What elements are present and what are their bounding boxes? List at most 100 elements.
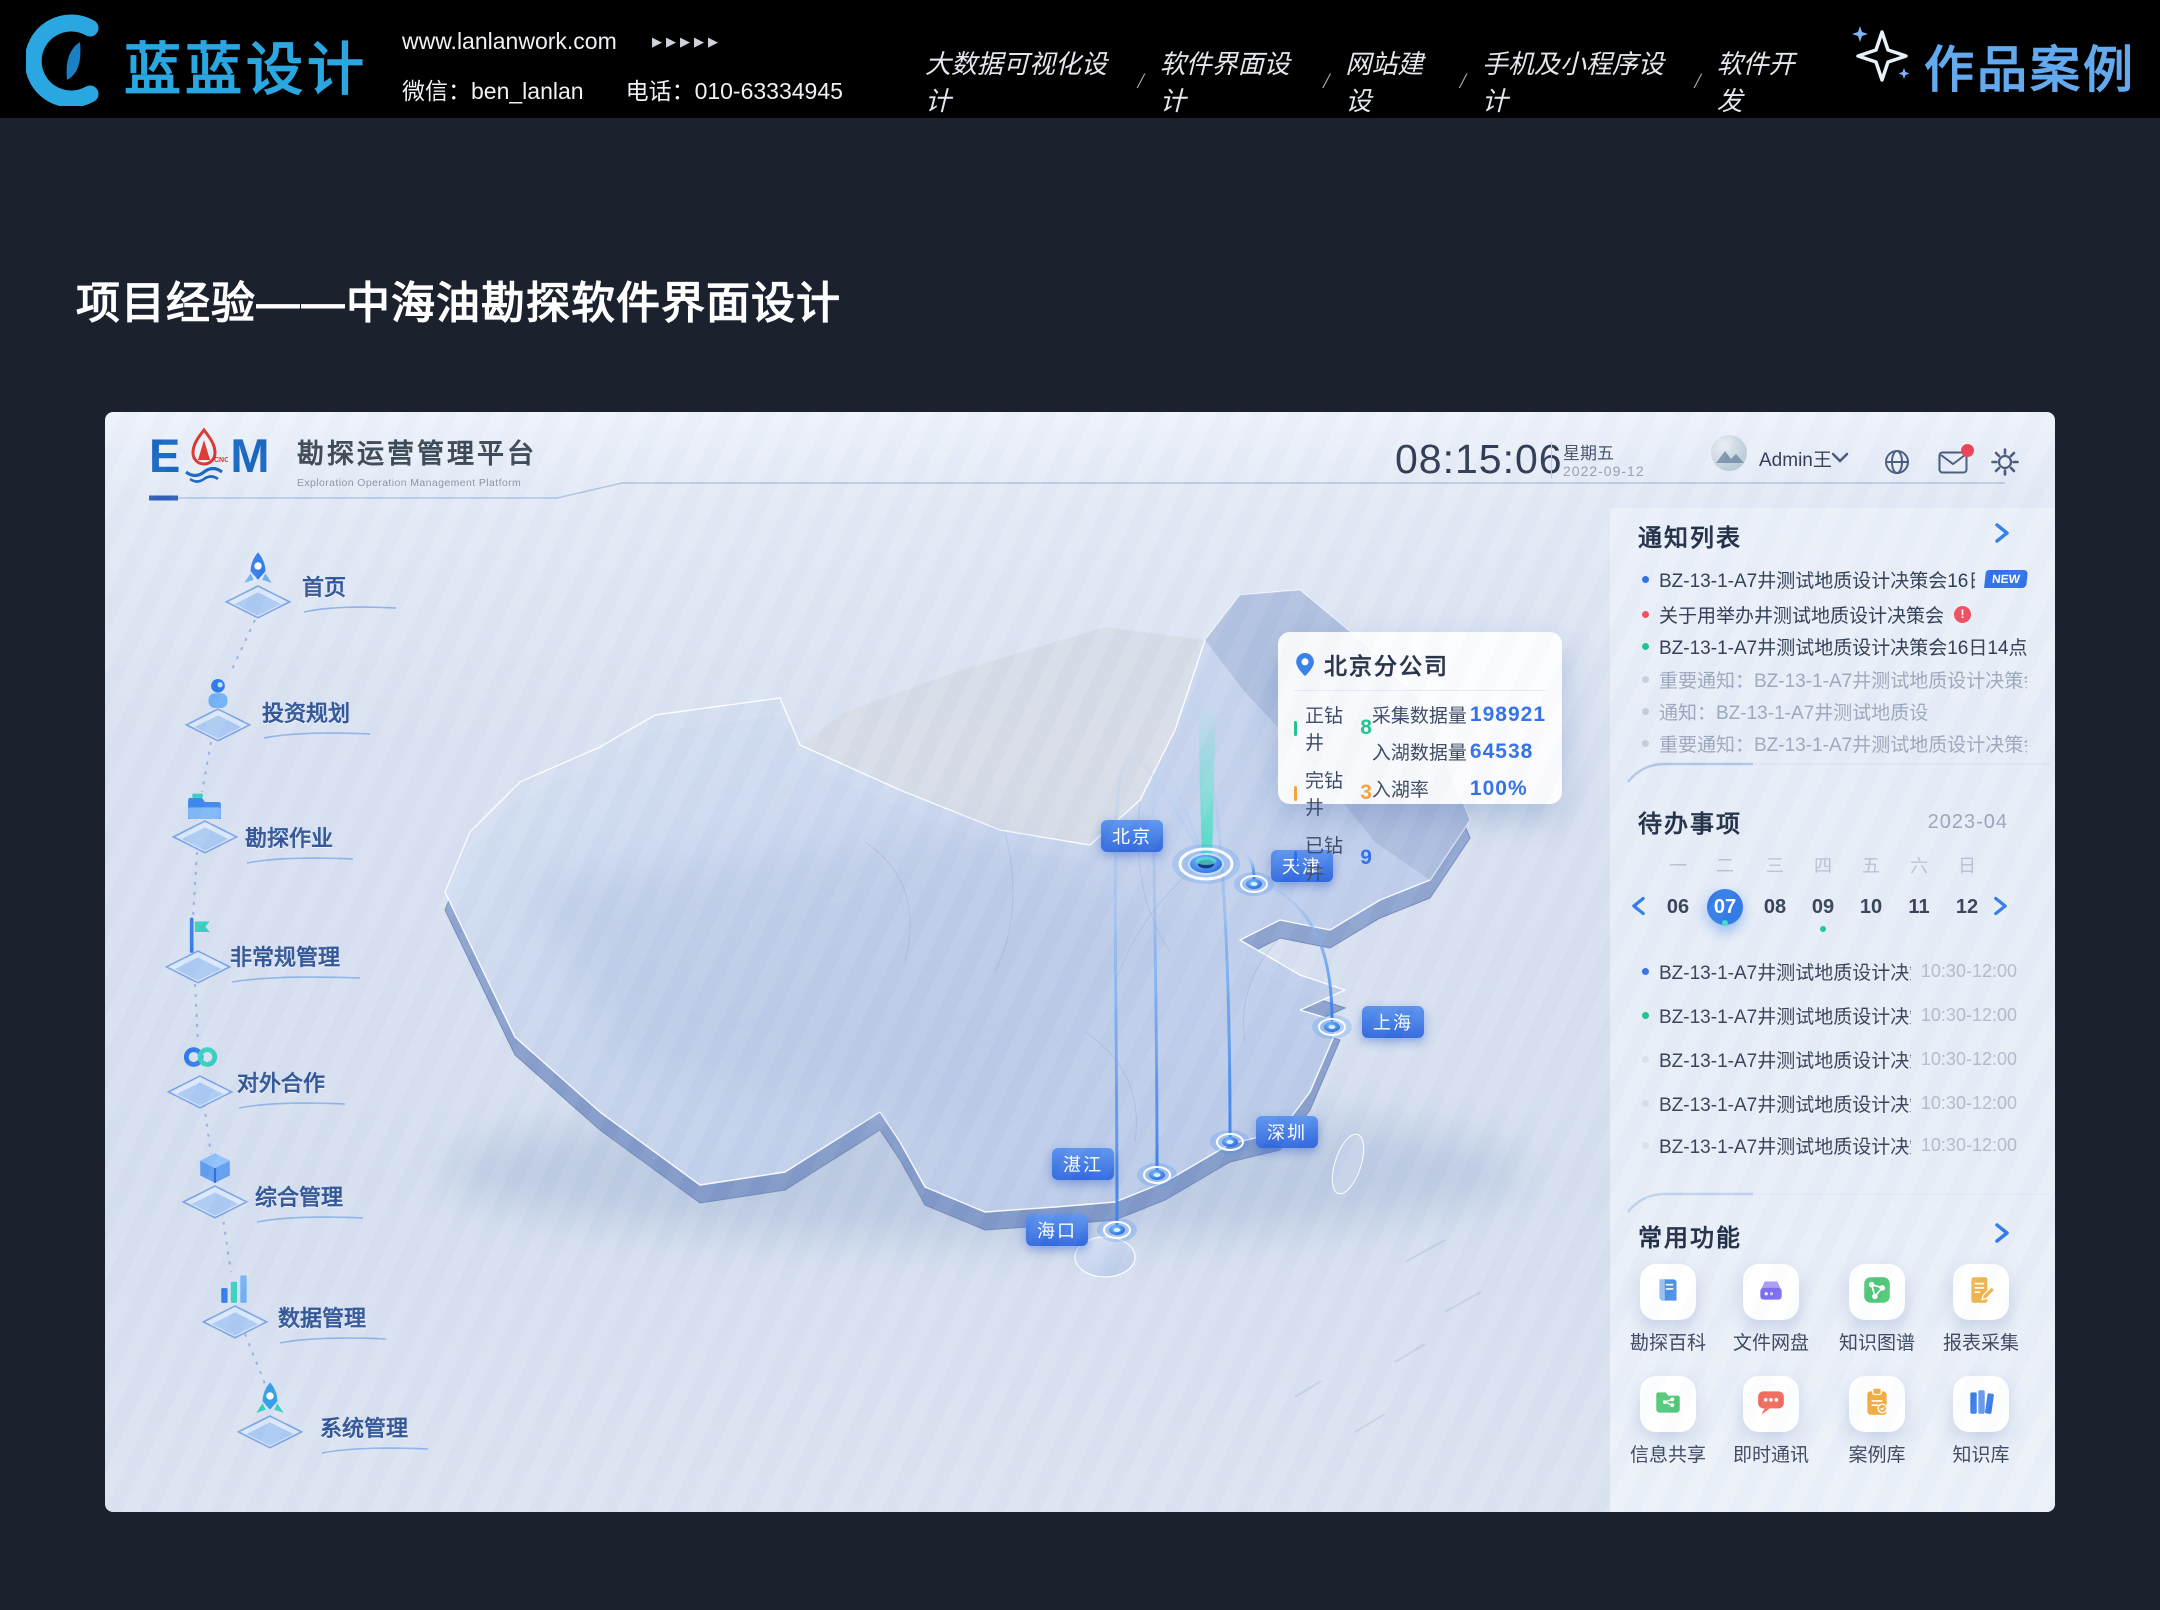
calendar-day-dot xyxy=(1820,926,1826,932)
folder-share-icon xyxy=(1652,1386,1684,1423)
fn-label: 知识库 xyxy=(1929,1440,2033,1467)
globe-icon[interactable] xyxy=(1883,448,1911,476)
weekday-label: 日 xyxy=(1952,852,1982,878)
calendar-day[interactable]: 08 xyxy=(1757,889,1793,925)
calendar-day[interactable]: 12 xyxy=(1949,889,1985,925)
fn-knowledge-base[interactable] xyxy=(1953,1376,2009,1432)
stat-drilling: 正钻井 8 xyxy=(1294,701,1372,755)
todo-item[interactable]: BZ-13-1-A7井测试地质设计决策会 10:30-12:00 xyxy=(1642,1046,2017,1072)
sidebar-item-home[interactable] xyxy=(220,550,296,625)
drive-icon xyxy=(1755,1274,1787,1311)
fn-encyclopedia[interactable] xyxy=(1640,1264,1696,1320)
sidebar-label-data[interactable]: 数据管理 xyxy=(278,1301,388,1345)
todo-item[interactable]: BZ-13-1-A7井测试地质设计决策会 10:30-12:00 xyxy=(1642,1132,2017,1158)
wechat-label: 微信：ben_lanlan xyxy=(402,72,584,106)
todo-title: 待办事项 xyxy=(1638,804,1742,839)
calendar-day[interactable]: 10 xyxy=(1853,889,1889,925)
service-item[interactable]: 软件界面设计 xyxy=(1160,44,1308,118)
calendar-day[interactable]: 11 xyxy=(1901,889,1937,925)
sidebar-item-unconventional[interactable] xyxy=(160,915,236,990)
platform-title: 勘探运营管理平台 xyxy=(297,432,537,471)
sidebar-label-unconventional[interactable]: 非常规管理 xyxy=(230,940,362,984)
sidebar-label-cooperation[interactable]: 对外合作 xyxy=(237,1066,347,1110)
weekday-label: 一 xyxy=(1663,852,1693,878)
avatar[interactable] xyxy=(1711,435,1747,471)
notification-item[interactable]: BZ-13-1-A7井测试地质设计决策会16日14点开始 NEW xyxy=(1642,566,2027,592)
sidebar-item-system[interactable] xyxy=(232,1380,308,1455)
weekday-label: 四 xyxy=(1808,852,1838,878)
user-name[interactable]: Admin王 xyxy=(1759,445,1832,472)
service-item[interactable]: 大数据可视化设计 xyxy=(925,44,1122,118)
fn-label: 报表采集 xyxy=(1929,1328,2033,1355)
lanlan-logo-icon xyxy=(26,14,118,106)
fn-file-drive[interactable] xyxy=(1743,1264,1799,1320)
branch-title: 北京分公司 xyxy=(1324,647,1449,681)
weekday: 星期五 xyxy=(1563,439,1614,464)
notification-item[interactable]: 重要通知：BZ-13-1-A7井测试地质设计决策会16日14... xyxy=(1642,666,2027,692)
notification-item[interactable]: 重要通知：BZ-13-1-A7井测试地质设计决策会16日14... xyxy=(1642,730,2027,756)
links-platform-icon xyxy=(162,1040,238,1110)
fn-info-sharing[interactable] xyxy=(1640,1376,1696,1432)
gear-icon[interactable] xyxy=(1991,448,2019,476)
portfolio-label[interactable]: 作品案例 xyxy=(1924,30,2136,102)
fn-label: 案例库 xyxy=(1825,1440,1929,1467)
sidebar-item-data[interactable] xyxy=(197,1270,273,1345)
clock: 08:15:06 xyxy=(1395,436,1563,483)
service-item[interactable]: 网站建设 xyxy=(1345,44,1443,118)
calendar-day[interactable]: 09 xyxy=(1805,889,1841,925)
sidebar-label-investment[interactable]: 投资规划 xyxy=(262,696,372,740)
quick-functions-title: 常用功能 xyxy=(1638,1218,1742,1253)
todo-item[interactable]: BZ-13-1-A7井测试地质设计决策会... 10:30-12:00 xyxy=(1642,958,2017,984)
flag-platform-icon xyxy=(160,915,236,985)
book-icon xyxy=(1652,1274,1684,1311)
city-chip-shanghai[interactable]: 上海 xyxy=(1362,1006,1424,1038)
fn-label: 文件网盘 xyxy=(1719,1328,1823,1355)
fn-report-collection[interactable] xyxy=(1953,1264,2009,1320)
stat-lake-rate: 入湖率 100% xyxy=(1372,775,1546,802)
sidebar-label-operations[interactable]: 勘探作业 xyxy=(245,821,355,865)
todo-item[interactable]: BZ-13-1-A7井测试地质设计决策会... 10:30-12:00 xyxy=(1642,1002,2017,1028)
notification-item[interactable]: 关于用举办井测试地质设计决策会 ! xyxy=(1642,601,2027,627)
svg-text:CNOOC: CNOOC xyxy=(214,457,228,464)
ecm-logo: E CNOOC M xyxy=(149,426,268,484)
fn-instant-messaging[interactable] xyxy=(1743,1376,1799,1432)
dashboard: E CNOOC M 勘探运营管理平台 Exploration Operation… xyxy=(105,412,2055,1512)
fn-knowledge-graph[interactable] xyxy=(1849,1264,1905,1320)
quick-functions-more-icon[interactable] xyxy=(1994,1222,2010,1244)
todo-item[interactable]: BZ-13-1-A7井测试地质设计决策会 10:30-12:00 xyxy=(1642,1090,2017,1116)
stat-drilled: 已钻井 9 xyxy=(1294,831,1372,885)
notifications-more-icon[interactable] xyxy=(1994,522,2010,544)
sidebar-item-investment[interactable] xyxy=(180,673,256,748)
notifications-title: 通知列表 xyxy=(1638,518,1742,553)
sidebar-item-comprehensive[interactable] xyxy=(177,1150,253,1225)
fn-case-library[interactable] xyxy=(1849,1376,1905,1432)
service-item[interactable]: 软件开发 xyxy=(1717,44,1815,118)
sidebar-label-system[interactable]: 系统管理 xyxy=(320,1411,430,1455)
services-nav: 大数据可视化设计 / 软件界面设计 / 网站建设 / 手机及小程序设计 / 软件… xyxy=(925,44,1815,118)
weekday-label: 六 xyxy=(1904,852,1934,878)
city-chip-zhanjiang[interactable]: 湛江 xyxy=(1052,1148,1114,1180)
city-chip-haikou[interactable]: 海口 xyxy=(1026,1214,1088,1246)
beijing-marker xyxy=(1172,844,1240,884)
chart-platform-icon xyxy=(197,1270,273,1340)
sidebar-item-exploration[interactable] xyxy=(167,785,243,860)
site-url[interactable]: www.lanlanwork.com xyxy=(402,28,617,55)
sidebar-label-comprehensive[interactable]: 综合管理 xyxy=(255,1180,365,1224)
mail-badge xyxy=(1961,444,1974,457)
phone-label: 电话：010-63334945 xyxy=(626,72,843,106)
city-chip-shenzhen[interactable]: 深圳 xyxy=(1256,1116,1318,1148)
calendar-next-icon[interactable] xyxy=(1993,895,2008,917)
weekday-label: 二 xyxy=(1710,852,1740,878)
calendar-month: 2023-04 xyxy=(1908,811,2008,834)
site-logo-text: 蓝蓝设计 xyxy=(124,24,368,106)
calendar-day[interactable]: 06 xyxy=(1660,889,1696,925)
sidebar-label-home[interactable]: 首页 xyxy=(302,570,398,614)
page-title: 项目经验——中海油勘探软件界面设计 xyxy=(76,267,841,331)
city-chip-beijing[interactable]: 北京 xyxy=(1101,820,1163,852)
notification-item[interactable]: 通知：BZ-13-1-A7井测试地质设 xyxy=(1642,698,2027,724)
sidebar-item-cooperation[interactable] xyxy=(162,1040,238,1115)
chevron-down-icon[interactable] xyxy=(1831,452,1849,464)
service-item[interactable]: 手机及小程序设计 xyxy=(1482,44,1679,118)
notification-item[interactable]: BZ-13-1-A7井测试地质设计决策会16日14点开始！ xyxy=(1642,633,2027,659)
calendar-prev-icon[interactable] xyxy=(1631,895,1646,917)
